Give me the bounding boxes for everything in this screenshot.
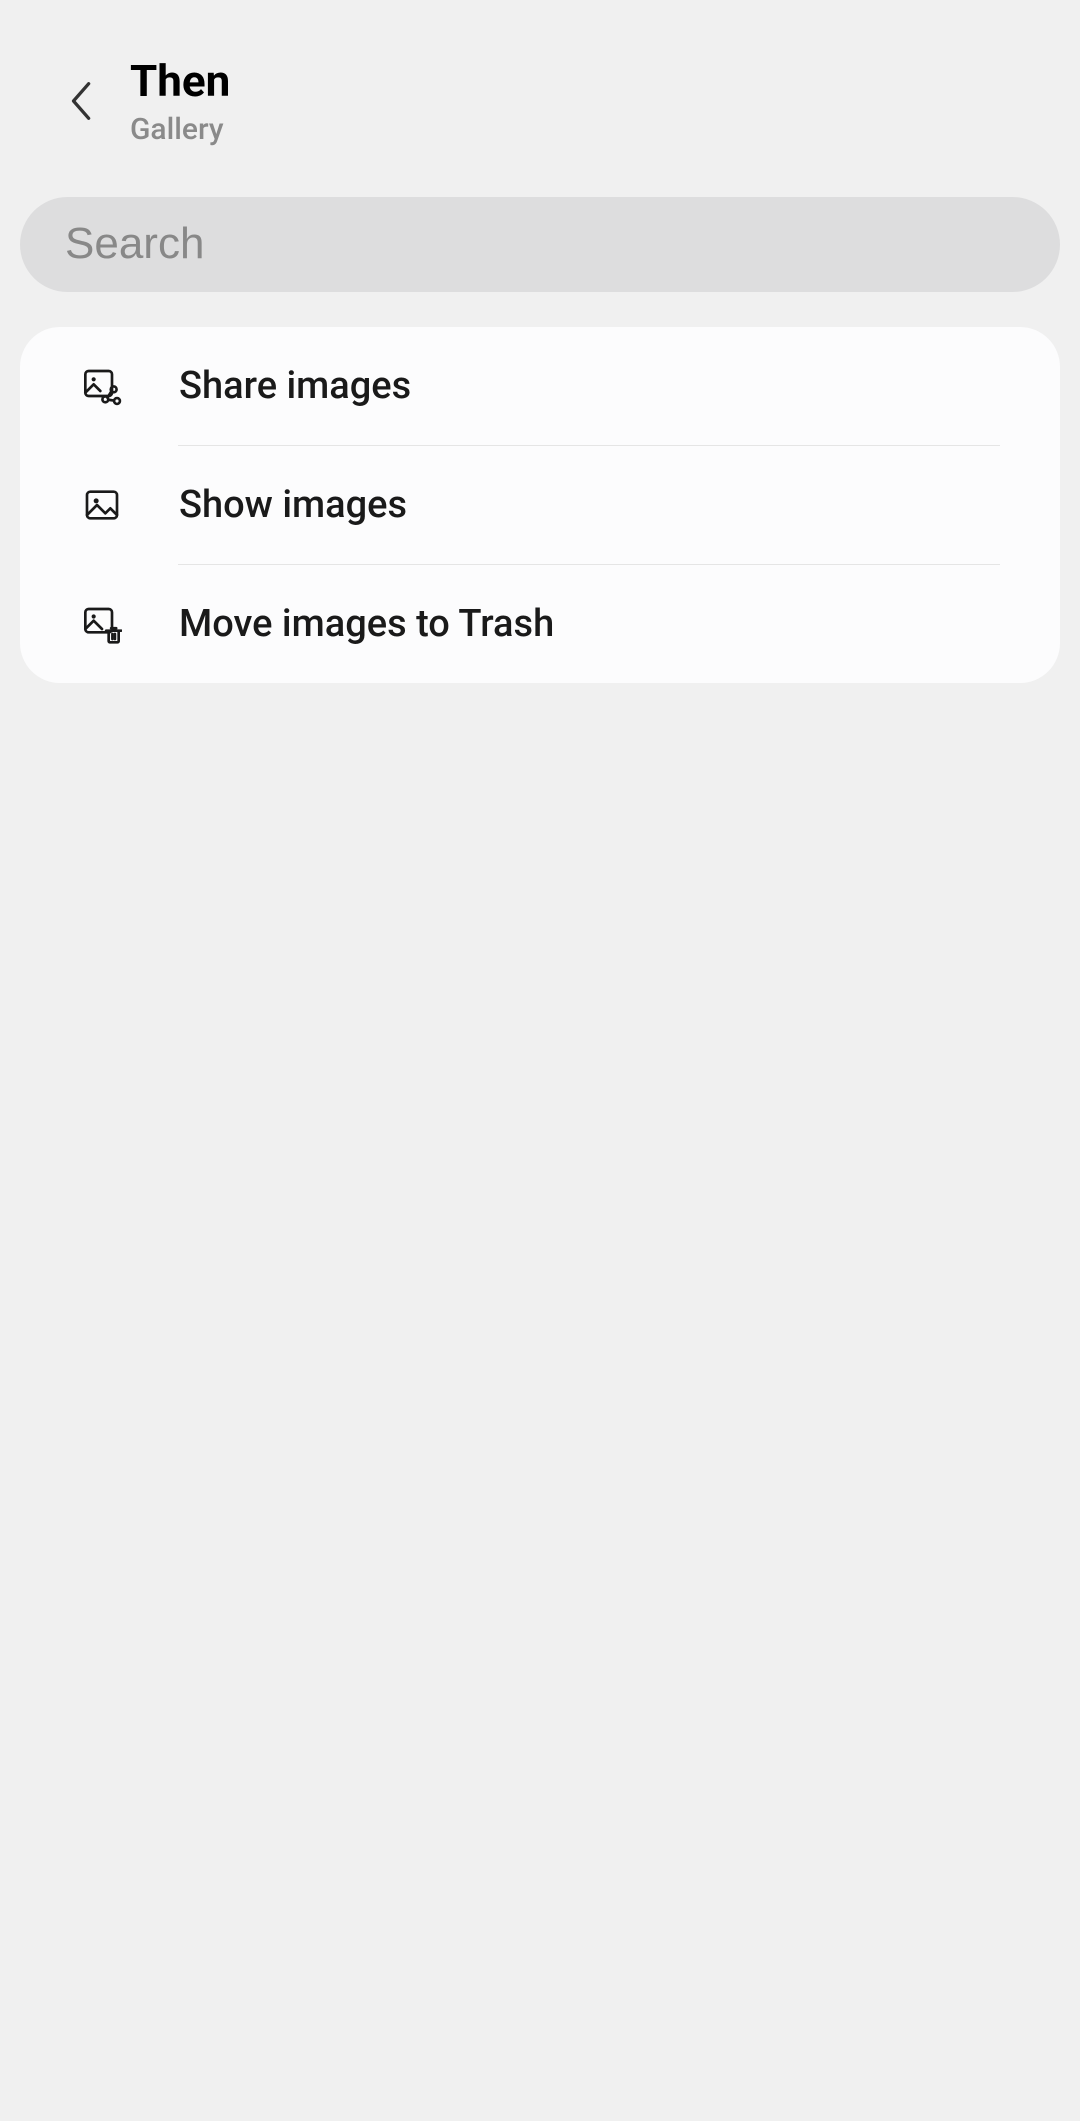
header-text: Then Gallery <box>130 55 230 147</box>
action-move-to-trash[interactable]: Move images to Trash <box>20 565 1060 683</box>
chevron-left-icon <box>67 79 93 123</box>
search-container <box>0 197 1080 292</box>
search-input[interactable] <box>20 197 1060 292</box>
action-label: Move images to Trash <box>179 602 554 646</box>
image-share-icon <box>80 364 124 408</box>
action-share-images[interactable]: Share images <box>20 327 1060 445</box>
image-icon <box>80 483 124 527</box>
action-label: Share images <box>179 364 411 408</box>
image-trash-icon <box>80 602 124 646</box>
action-show-images[interactable]: Show images <box>20 446 1060 564</box>
page-subtitle: Gallery <box>130 112 230 147</box>
header: Then Gallery <box>0 0 1080 187</box>
actions-card: Share images Show images <box>20 327 1060 683</box>
back-button[interactable] <box>55 71 105 131</box>
action-label: Show images <box>179 483 407 527</box>
page-title: Then <box>130 55 230 108</box>
